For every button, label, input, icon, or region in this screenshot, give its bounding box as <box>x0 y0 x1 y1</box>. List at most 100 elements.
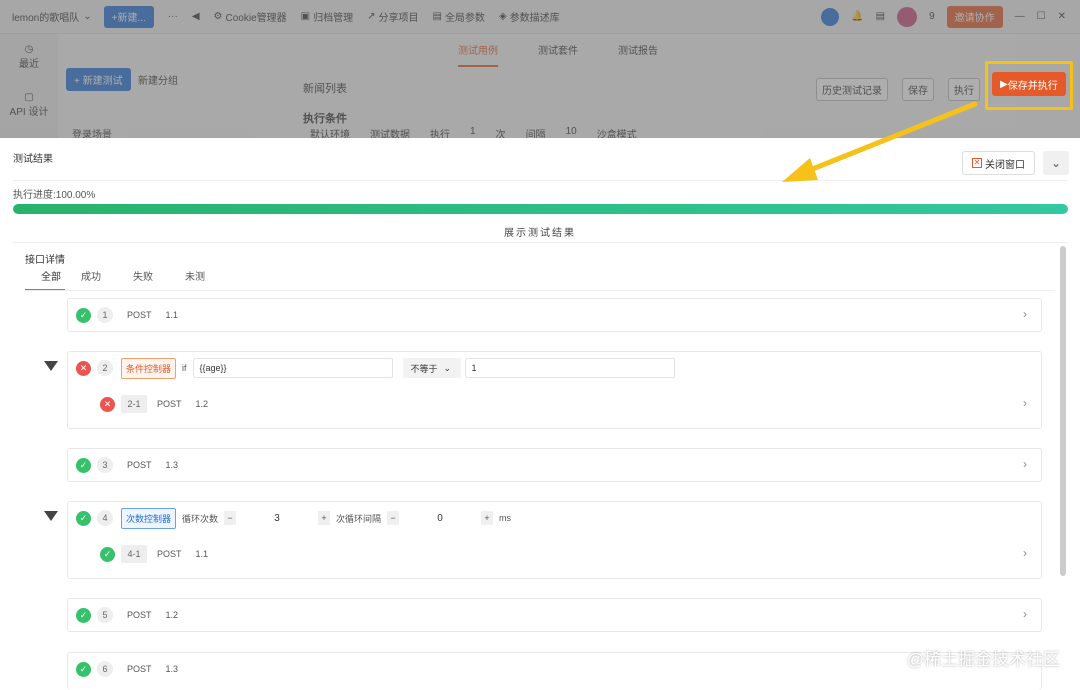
tab-test-reports[interactable]: 测试报告 <box>618 42 658 67</box>
doc-icon[interactable]: ▤ <box>876 11 885 22</box>
share-project-button[interactable]: ↗ 分享项目 <box>367 9 418 24</box>
tab-all[interactable]: 全部 <box>25 268 65 291</box>
success-icon: ✓ <box>76 661 91 677</box>
left-sidebar: ◷ 最近 ▢ API 设计 <box>0 34 58 138</box>
tab-test-suites[interactable]: 测试套件 <box>538 42 578 67</box>
archive-icon: ▣ <box>300 11 311 22</box>
sidebar-item-api-design[interactable]: ▢ API 设计 <box>0 82 58 130</box>
chevron-right-icon[interactable]: › <box>1023 546 1027 560</box>
case-child-row[interactable]: ✓ 4-1 POST 1.1 <box>100 544 1075 564</box>
value-input[interactable]: 1 <box>464 358 675 378</box>
expand-triangle-icon[interactable] <box>44 511 58 521</box>
sidebar-item-label: 最近 <box>19 59 39 70</box>
list-title: 新闻列表 <box>303 83 347 95</box>
new-test-button[interactable]: + 新建测试 <box>66 68 131 91</box>
case-method: POST <box>127 610 152 620</box>
success-icon: ✓ <box>76 457 91 473</box>
team-selector[interactable]: lemon的歌唱队 ⌄ <box>12 9 92 24</box>
chevron-right-icon[interactable]: › <box>1023 396 1027 410</box>
loop-count-stepper[interactable]: − 3 + <box>224 509 331 527</box>
close-icon[interactable]: ✕ <box>1058 11 1066 22</box>
sync-icon[interactable] <box>821 7 840 26</box>
chevron-down-icon[interactable]: ⌄ <box>1043 151 1069 175</box>
maximize-icon[interactable]: ☐ <box>1037 11 1046 22</box>
chevron-right-icon[interactable]: › <box>1023 607 1027 621</box>
case-row[interactable]: ✓ 4 次数控制器 循环次数 − 3 + 次循环间隔 − 0 + ms ✓ 4-… <box>67 501 1042 579</box>
case-row[interactable]: ✓ 1 POST 1.1 › <box>67 298 1042 332</box>
case-method: POST <box>127 664 152 674</box>
case-number: 4-1 <box>121 545 147 563</box>
tab-failed[interactable]: 失败 <box>117 268 169 291</box>
show-result-button[interactable]: 展示测试结果 <box>0 224 1080 239</box>
case-child-row[interactable]: ✕ 2-1 POST 1.2 <box>100 394 1075 414</box>
sidebar-item-label: API 设计 <box>9 107 49 118</box>
tab-untested[interactable]: 未测 <box>169 268 221 291</box>
cookie-manager-button[interactable]: ⚙ Cookie管理器 <box>214 9 287 24</box>
case-row[interactable]: ✓ 5 POST 1.2 › <box>67 598 1042 632</box>
cookie-icon: ⚙ <box>213 11 223 22</box>
case-number: 1 <box>97 307 113 323</box>
clock-icon: ◷ <box>24 44 34 55</box>
case-number: 2 <box>97 360 113 376</box>
more-icon[interactable]: ··· <box>168 11 178 22</box>
loop-count-label: 循环次数 <box>182 513 219 524</box>
case-number: 2-1 <box>121 395 147 413</box>
case-path: 1.2 <box>195 399 209 409</box>
case-row[interactable]: ✓ 3 POST 1.3 › <box>67 448 1042 482</box>
tab-test-cases[interactable]: 测试用例 <box>458 42 498 67</box>
case-row[interactable]: ✕ 2 条件控制器 if {{age}} 不等于 ⌄ 1 ✕ 2-1 POST 1… <box>67 351 1042 429</box>
case-header: ✓ 4 次数控制器 循环次数 − 3 + 次循环间隔 − 0 + ms <box>76 507 1051 529</box>
globe-icon: ▤ <box>432 11 442 22</box>
success-icon: ✓ <box>76 510 91 526</box>
case-number: 4 <box>97 510 113 526</box>
case-number: 6 <box>97 661 113 677</box>
case-method: POST <box>157 549 182 559</box>
param-library-button[interactable]: ◈ 参数描述库 <box>499 9 560 24</box>
plus-icon[interactable]: + <box>481 511 494 525</box>
case-number: 5 <box>97 607 113 623</box>
expand-triangle-icon[interactable] <box>44 361 58 371</box>
tab-success[interactable]: 成功 <box>65 268 117 291</box>
notif-count: 9 <box>929 11 935 22</box>
archive-label: 归档管理 <box>313 13 354 24</box>
if-label: if <box>182 363 187 373</box>
global-params-button[interactable]: ▤ 全局参数 <box>432 9 484 24</box>
share-icon: ↗ <box>367 11 376 22</box>
close-window-label: 关闭窗口 <box>985 159 1025 171</box>
watermark: @稀土掘金技术社区 <box>906 650 1060 669</box>
plus-icon[interactable]: + <box>318 511 331 525</box>
sidebar-item-recent[interactable]: ◷ 最近 <box>0 34 58 82</box>
team-name: lemon的歌唱队 <box>12 13 80 24</box>
chevron-down-icon: ⌄ <box>443 362 452 373</box>
top-right-area: 🔔 ▤ 9 邀请协作 — ☐ ✕ <box>821 5 1066 28</box>
archive-button[interactable]: ▣ 归档管理 <box>301 9 353 24</box>
new-group-button[interactable]: 新建分组 <box>138 72 178 87</box>
case-number: 3 <box>97 457 113 473</box>
condition-controller-tag: 条件控制器 <box>121 357 177 379</box>
api-icon: ▢ <box>24 92 34 103</box>
chevron-right-icon[interactable]: › <box>1023 307 1027 321</box>
loop-interval-value[interactable]: 0 <box>399 513 481 524</box>
loop-count-value[interactable]: 3 <box>236 513 318 524</box>
minus-icon[interactable]: − <box>387 511 400 525</box>
new-button[interactable]: +新建... <box>103 5 154 28</box>
minimize-icon[interactable]: — <box>1015 11 1025 22</box>
invite-button[interactable]: 邀请协作 <box>946 5 1003 28</box>
top-bar: lemon的歌唱队 ⌄ +新建... ··· ◀ ⚙ Cookie管理器 ▣ 归档管理… <box>0 0 1080 34</box>
back-icon[interactable]: ◀ <box>192 11 200 22</box>
main-tabs: 测试用例 测试套件 测试报告 <box>458 42 658 67</box>
operator-select[interactable]: 不等于 ⌄ <box>402 358 461 378</box>
annotation-arrow <box>782 101 978 182</box>
condition-input[interactable]: {{age}} <box>192 358 393 378</box>
chevron-right-icon[interactable]: › <box>1023 457 1027 471</box>
case-row[interactable]: ✓ 6 POST 1.3 <box>67 652 1042 690</box>
case-method: POST <box>127 460 152 470</box>
minus-icon[interactable]: − <box>224 511 237 525</box>
case-header: ✓ 1 POST 1.1 <box>76 305 1051 325</box>
bell-icon[interactable]: 🔔 <box>851 11 863 22</box>
loop-interval-label: 次循环间隔 <box>336 513 382 524</box>
divider <box>25 290 1055 291</box>
avatar[interactable] <box>897 6 918 27</box>
case-header: ✓ 6 POST 1.3 <box>76 659 1051 679</box>
loop-interval-stepper[interactable]: − 0 + <box>387 509 494 527</box>
